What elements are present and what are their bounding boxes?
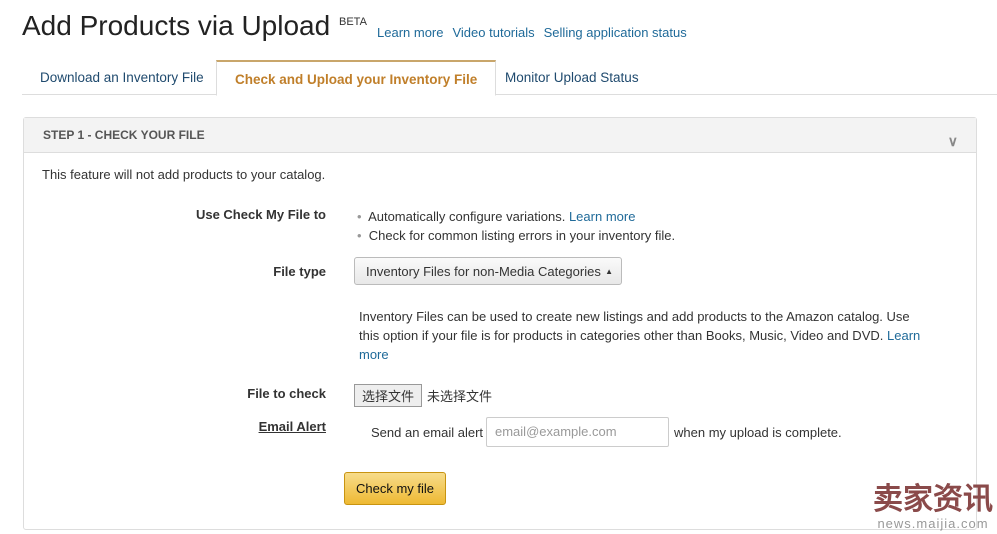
select-arrows-icon: ▲ — [605, 267, 613, 276]
tab-download[interactable]: Download an Inventory File — [22, 60, 222, 94]
no-file-text: 未选择文件 — [427, 389, 493, 404]
bullet-item: • Automatically configure variations. Le… — [357, 209, 636, 224]
panel-header[interactable]: STEP 1 - CHECK YOUR FILE ∨ — [24, 118, 976, 153]
header-links: Learn more Video tutorials Selling applica… — [377, 25, 696, 40]
file-type-description: Inventory Files can be used to create ne… — [359, 309, 921, 362]
selling-status-link[interactable]: Selling application status — [544, 25, 687, 40]
watermark-brand: 卖家资讯 — [873, 483, 993, 516]
tab-check-upload[interactable]: Check and Upload your Inventory File — [216, 60, 497, 96]
page-title: Add Products via Upload — [22, 10, 331, 41]
panel-heading: STEP 1 - CHECK YOUR FILE — [43, 128, 205, 142]
learn-more-link[interactable]: Learn more — [377, 25, 443, 40]
check-my-file-button[interactable]: Check my file — [344, 472, 446, 505]
watermark-url: news.maijia.com — [877, 516, 989, 531]
choose-file-button[interactable]: 选择文件 — [354, 384, 423, 407]
intro-text: This feature will not add products to yo… — [42, 167, 326, 182]
beta-badge: BETA — [339, 16, 367, 28]
file-to-check-label: File to check — [247, 386, 326, 401]
email-alert-link[interactable]: Email Alert — [259, 419, 326, 434]
file-type-select[interactable]: Inventory Files for non-Media Categories… — [354, 257, 622, 285]
bullet-item: • Check for common listing errors in you… — [357, 228, 676, 243]
step1-panel: STEP 1 - CHECK YOUR FILE ∨ This feature w… — [23, 117, 977, 530]
email-suffix: when my upload is complete. — [674, 425, 842, 440]
variations-learn-more-link[interactable]: Learn more — [569, 209, 635, 224]
watermark: 卖家资讯 news.maijia.com — [873, 483, 993, 532]
bullet-list: • Automatically configure variations. Le… — [357, 207, 675, 245]
tab-bar: Download an Inventory File Check and Upl… — [22, 60, 997, 96]
video-tutorials-link[interactable]: Video tutorials — [452, 25, 534, 40]
email-prefix: Send an email alert — [371, 425, 484, 440]
file-type-label: File type — [273, 264, 326, 279]
chevron-down-icon[interactable]: ∨ — [948, 124, 958, 158]
email-input[interactable]: email@example.com — [486, 417, 669, 447]
use-label: Use Check My File to — [195, 207, 326, 222]
tab-monitor[interactable]: Monitor Upload Status — [487, 60, 657, 94]
